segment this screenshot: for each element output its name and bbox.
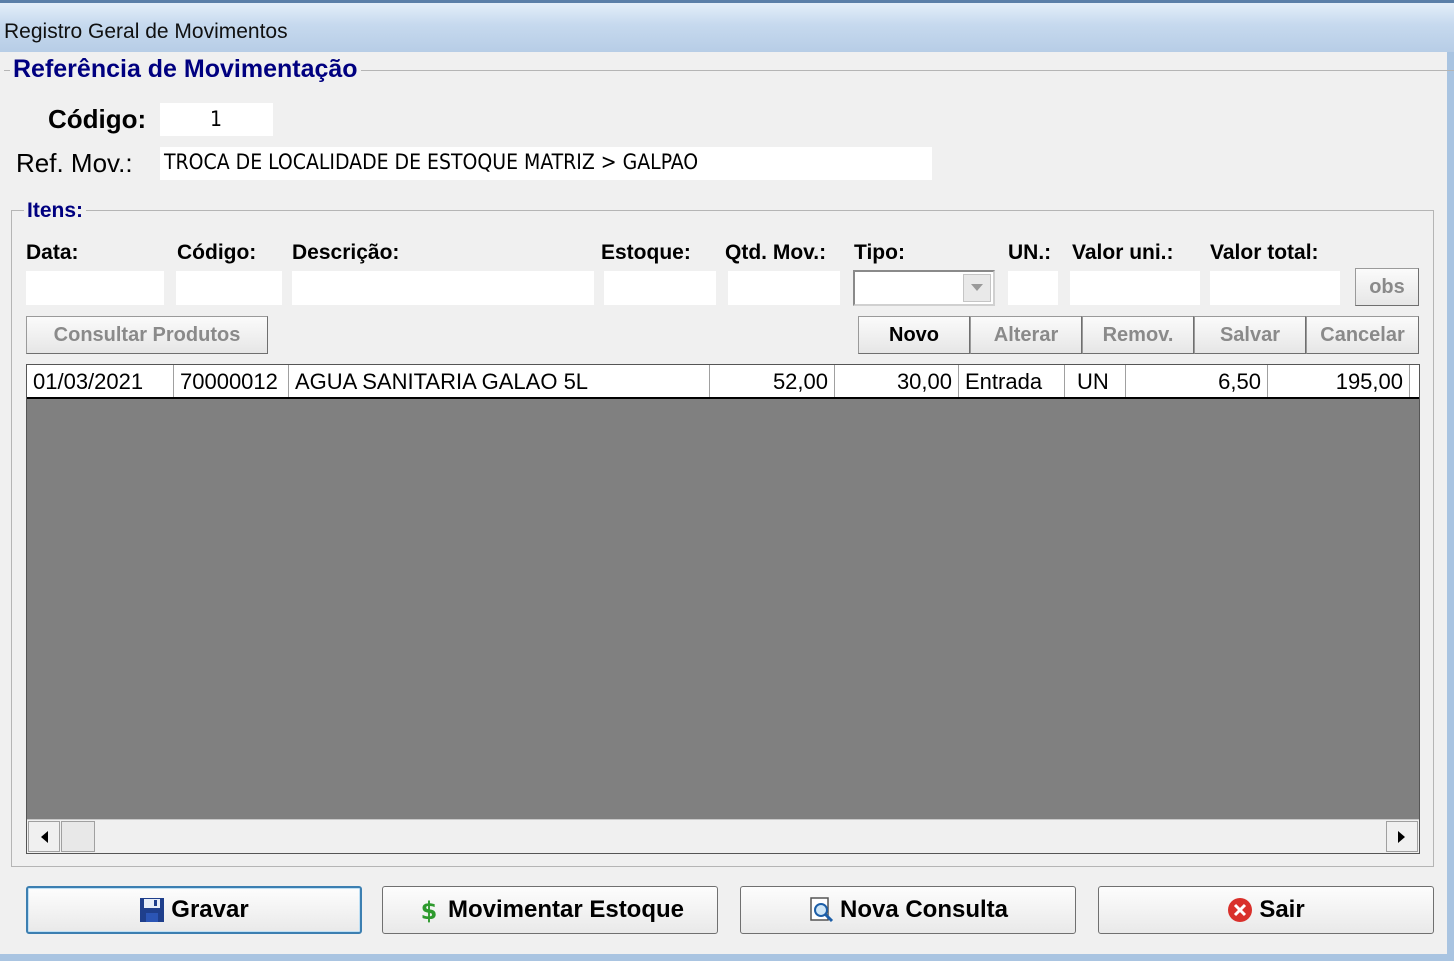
floppy-disk-icon [139, 897, 165, 923]
data-input[interactable] [26, 271, 164, 305]
codigo-item-input[interactable] [176, 271, 282, 305]
salvar-button[interactable]: Salvar [1194, 316, 1306, 354]
green-dollar-icon: $ [416, 897, 442, 925]
cancelar-button[interactable]: Cancelar [1306, 316, 1419, 354]
nova-consulta-label: Nova Consulta [839, 896, 1009, 923]
un-input[interactable] [1008, 271, 1058, 305]
horizontal-scrollbar[interactable] [27, 819, 1419, 853]
cell-data: 01/03/2021 [27, 365, 174, 397]
movimentar-estoque-button[interactable]: $ Movimentar Estoque [382, 886, 718, 934]
items-grid[interactable]: 01/03/2021 70000012 AGUA SANITARIA GALAO… [26, 364, 1420, 854]
un-label: UN.: [1008, 241, 1052, 264]
valor-uni-label: Valor uni.: [1072, 241, 1174, 264]
consultar-produtos-button[interactable]: Consultar Produtos [26, 316, 268, 354]
refmov-input[interactable]: TROCA DE LOCALIDADE DE ESTOQUE MATRIZ > … [160, 147, 932, 180]
scroll-thumb[interactable] [61, 821, 95, 852]
arrow-left-icon[interactable] [28, 821, 60, 852]
cell-codigo: 70000012 [174, 365, 289, 397]
cell-overflow [1410, 365, 1419, 397]
arrow-right-icon[interactable] [1386, 821, 1418, 852]
svg-text:$: $ [421, 897, 438, 923]
codigo-item-label: Código: [177, 241, 257, 264]
refmov-label: Ref. Mov.: [16, 148, 133, 178]
cell-estoque: 52,00 [710, 365, 835, 397]
qtd-input[interactable] [728, 271, 840, 305]
window-frame-bottom [0, 954, 1454, 961]
remov-button[interactable]: Remov. [1082, 316, 1194, 354]
cell-valor-uni: 6,50 [1126, 365, 1268, 397]
red-x-circle-icon [1227, 897, 1253, 923]
sair-button[interactable]: Sair [1098, 886, 1434, 934]
codigo-input[interactable]: 1 [160, 103, 273, 136]
itens-legend: Itens: [24, 199, 87, 223]
cell-valor-total: 195,00 [1268, 365, 1410, 397]
title-bar: Registro Geral de Movimentos [0, 0, 1454, 52]
cell-un: UN [1065, 365, 1126, 397]
reference-legend: Referência de Movimentação [10, 55, 361, 84]
window-title: Registro Geral de Movimentos [4, 20, 288, 43]
movimentar-label: Movimentar Estoque [447, 896, 685, 923]
gravar-label: Gravar [171, 896, 249, 923]
chevron-down-icon[interactable] [963, 274, 991, 302]
estoque-input[interactable] [604, 271, 716, 305]
sair-label: Sair [1259, 896, 1305, 923]
valor-total-label: Valor total: [1210, 241, 1319, 264]
cell-descricao: AGUA SANITARIA GALAO 5L [289, 365, 710, 397]
gravar-button[interactable]: Gravar [26, 886, 362, 934]
tipo-select[interactable] [853, 270, 995, 306]
data-label: Data: [26, 241, 79, 264]
descricao-label: Descrição: [292, 241, 400, 264]
valor-total-input[interactable] [1210, 271, 1340, 305]
table-row[interactable]: 01/03/2021 70000012 AGUA SANITARIA GALAO… [27, 365, 1419, 399]
document-search-icon [808, 897, 834, 923]
codigo-label: Código: [48, 104, 147, 134]
window-frame-right [1447, 52, 1454, 961]
valor-uni-input[interactable] [1070, 271, 1200, 305]
cell-qtd: 30,00 [835, 365, 959, 397]
tipo-label: Tipo: [854, 241, 905, 264]
qtd-label: Qtd. Mov.: [725, 241, 827, 264]
nova-consulta-button[interactable]: Nova Consulta [740, 886, 1076, 934]
cell-tipo: Entrada [959, 365, 1065, 397]
obs-button[interactable]: obs [1355, 268, 1419, 306]
novo-button[interactable]: Novo [858, 316, 970, 354]
alterar-button[interactable]: Alterar [970, 316, 1082, 354]
estoque-label: Estoque: [601, 241, 691, 264]
descricao-input[interactable] [292, 271, 594, 305]
